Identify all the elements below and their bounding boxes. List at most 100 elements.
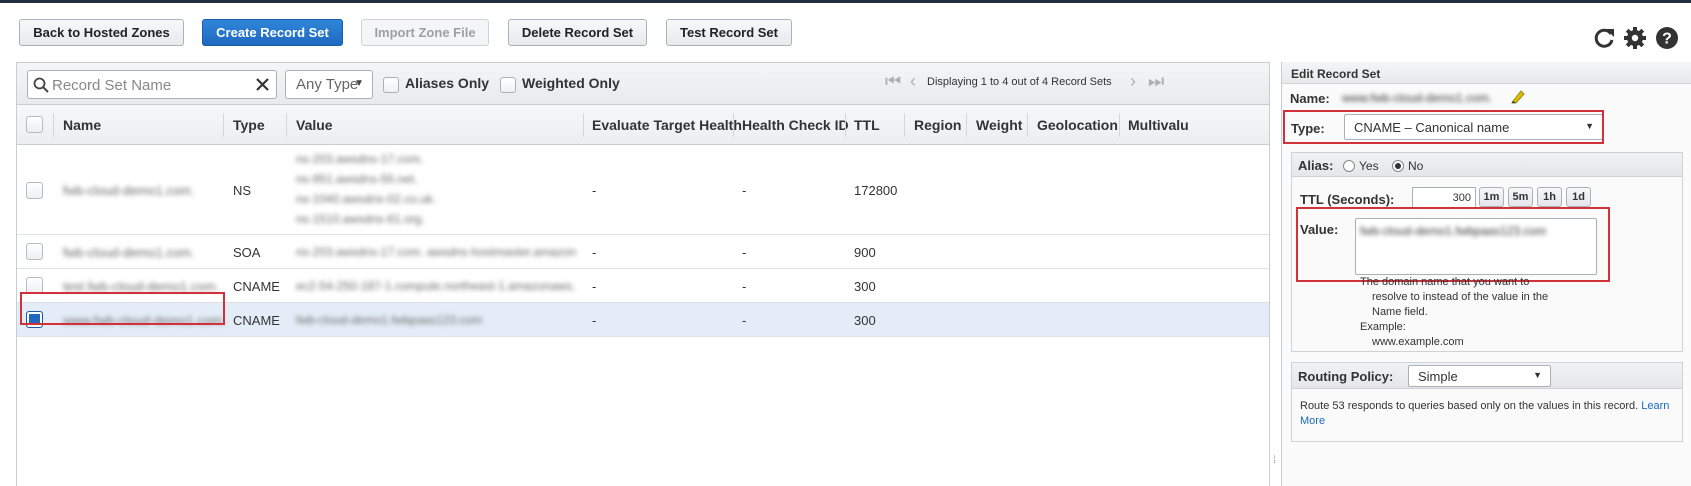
panel-resize-handle[interactable]: ⁞ <box>1273 455 1276 466</box>
column-type[interactable]: Type <box>233 117 265 133</box>
ttl-1m-button[interactable]: 1m <box>1479 187 1504 207</box>
routing-policy-value: Simple <box>1418 369 1458 384</box>
row-checkbox[interactable] <box>26 243 43 260</box>
clear-icon[interactable] <box>255 77 270 92</box>
record-evaluate-health: - <box>592 313 597 328</box>
select-all-checkbox[interactable] <box>26 116 43 133</box>
pencil-icon[interactable] <box>1510 88 1526 104</box>
record-value: ec2-54-250-187-1.compute.northeast-1.ama… <box>296 279 576 293</box>
chevron-down-icon: ▼ <box>1533 370 1542 380</box>
alias-label: Alias: <box>1298 158 1334 173</box>
ttl-5m-button[interactable]: 5m <box>1508 187 1533 207</box>
last-page-icon[interactable]: ⏭ <box>1148 72 1164 90</box>
column-evaluate-target-health[interactable]: Evaluate Target Health <box>592 117 742 133</box>
first-page-icon[interactable]: ⏮ <box>885 72 901 90</box>
search-input[interactable] <box>52 74 248 96</box>
alias-no-radio[interactable] <box>1392 160 1404 172</box>
column-weight[interactable]: Weight <box>976 117 1022 133</box>
search-icon <box>33 77 49 93</box>
column-ttl[interactable]: TTL <box>854 117 880 133</box>
previous-page-icon[interactable]: ‹ <box>910 72 916 90</box>
delete-record-set-button[interactable]: Delete Record Set <box>508 19 647 46</box>
type-filter-value: Any Type <box>296 76 359 93</box>
column-separator <box>904 113 905 137</box>
column-separator <box>286 113 287 137</box>
routing-policy-group: Routing Policy: Simple ▼ Route 53 respon… <box>1291 362 1683 442</box>
record-ttl: 300 <box>854 279 876 294</box>
column-multivalue[interactable]: Multivalu <box>1128 117 1189 133</box>
column-separator <box>733 113 734 137</box>
record-value: fwb-cloud-demo1.fwbpaas123.com <box>296 313 483 327</box>
aliases-only-checkbox[interactable] <box>383 77 399 93</box>
highlight-type <box>1283 110 1604 144</box>
column-separator <box>1119 113 1120 137</box>
svg-text:?: ? <box>1662 31 1672 48</box>
pager-text: Displaying 1 to 4 out of 4 Record Sets <box>927 76 1112 88</box>
value-help-line: Name field. <box>1372 306 1428 318</box>
record-value: ns-203.awsdns-17.com. <box>296 152 424 166</box>
column-value[interactable]: Value <box>296 117 333 133</box>
back-to-hosted-zones-button[interactable]: Back to Hosted Zones <box>19 19 184 46</box>
weighted-only-label: Weighted Only <box>522 75 620 91</box>
table-row[interactable]: fwb-cloud-demo1.com. SOA ns-203.awsdns-1… <box>17 235 1269 269</box>
weighted-only-checkbox[interactable] <box>500 77 516 93</box>
record-value: ns-951.awsdns-55.net. <box>296 172 418 186</box>
ttl-label: TTL (Seconds): <box>1300 192 1395 207</box>
table-row[interactable]: fwb-cloud-demo1.com. NS ns-203.awsdns-17… <box>17 145 1269 235</box>
create-record-set-button[interactable]: Create Record Set <box>202 19 343 46</box>
top-bar <box>0 0 1691 3</box>
aliases-only-label: Aliases Only <box>405 75 490 91</box>
learn-more-word: Learn <box>1641 400 1670 412</box>
record-health-check: - <box>742 313 747 328</box>
row-checkbox[interactable] <box>26 182 43 199</box>
record-value: ns-1040.awsdns-02.co.uk. <box>296 192 437 206</box>
column-separator <box>223 113 224 137</box>
routing-policy-select[interactable]: Simple ▼ <box>1408 365 1551 387</box>
alias-yes-radio[interactable] <box>1343 160 1355 172</box>
column-separator <box>1027 113 1028 137</box>
value-help-example: www.example.com <box>1372 336 1464 348</box>
refresh-icon[interactable] <box>1592 26 1616 50</box>
record-ttl: 172800 <box>854 183 898 198</box>
value-help-line: The domain name that you want to <box>1360 276 1530 288</box>
table-header: Name Type Value Evaluate Target Health H… <box>17 105 1269 145</box>
column-geolocation[interactable]: Geolocation <box>1037 117 1118 133</box>
column-separator <box>583 113 584 137</box>
value-help-line: resolve to instead of the value in the <box>1372 291 1549 303</box>
record-type: CNAME <box>233 313 280 328</box>
record-evaluate-health: - <box>592 183 597 198</box>
alias-ttl-value-group: Alias: Yes No TTL (Seconds): 300 1m 5m 1… <box>1291 152 1683 352</box>
highlight-value <box>1296 207 1610 282</box>
column-health-check-id[interactable]: Health Check ID <box>742 117 849 133</box>
alias-yes-label: Yes <box>1359 159 1379 173</box>
record-health-check: - <box>742 245 747 260</box>
gear-icon[interactable] <box>1623 26 1647 50</box>
routing-policy-help-text: Route 53 responds to queries based only … <box>1300 400 1639 412</box>
record-health-check: - <box>742 279 747 294</box>
search-box[interactable] <box>27 70 277 99</box>
record-type: CNAME <box>233 279 280 294</box>
next-page-icon[interactable]: › <box>1130 72 1136 90</box>
ttl-input[interactable]: 300 <box>1412 187 1476 209</box>
routing-policy-help: Route 53 responds to queries based only … <box>1300 399 1676 429</box>
record-evaluate-health: - <box>592 245 597 260</box>
import-zone-file-button[interactable]: Import Zone File <box>361 19 489 46</box>
record-ttl: 900 <box>854 245 876 260</box>
type-filter-select[interactable]: Any Type ▼ <box>285 70 373 99</box>
column-region[interactable]: Region <box>914 117 961 133</box>
record-evaluate-health: - <box>592 279 597 294</box>
highlight-selected-row <box>20 292 225 325</box>
name-label: Name: <box>1290 91 1330 106</box>
ttl-1d-button[interactable]: 1d <box>1566 187 1591 207</box>
ttl-1h-button[interactable]: 1h <box>1537 187 1562 207</box>
chevron-down-icon: ▼ <box>354 78 364 89</box>
test-record-set-button[interactable]: Test Record Set <box>666 19 792 46</box>
routing-policy-label: Routing Policy: <box>1298 369 1394 384</box>
edit-record-set-panel: Edit Record Set Name: www.fwb-cloud-demo… <box>1281 62 1691 486</box>
help-icon[interactable]: ? <box>1655 26 1679 50</box>
record-name: fwb-cloud-demo1.com. <box>63 183 195 198</box>
name-value: www.fwb-cloud-demo1.com. <box>1342 91 1493 105</box>
learn-more-word: More <box>1300 415 1326 427</box>
column-name[interactable]: Name <box>63 117 101 133</box>
filter-bar: Any Type ▼ Aliases Only Weighted Only ⏮ … <box>17 63 1269 105</box>
